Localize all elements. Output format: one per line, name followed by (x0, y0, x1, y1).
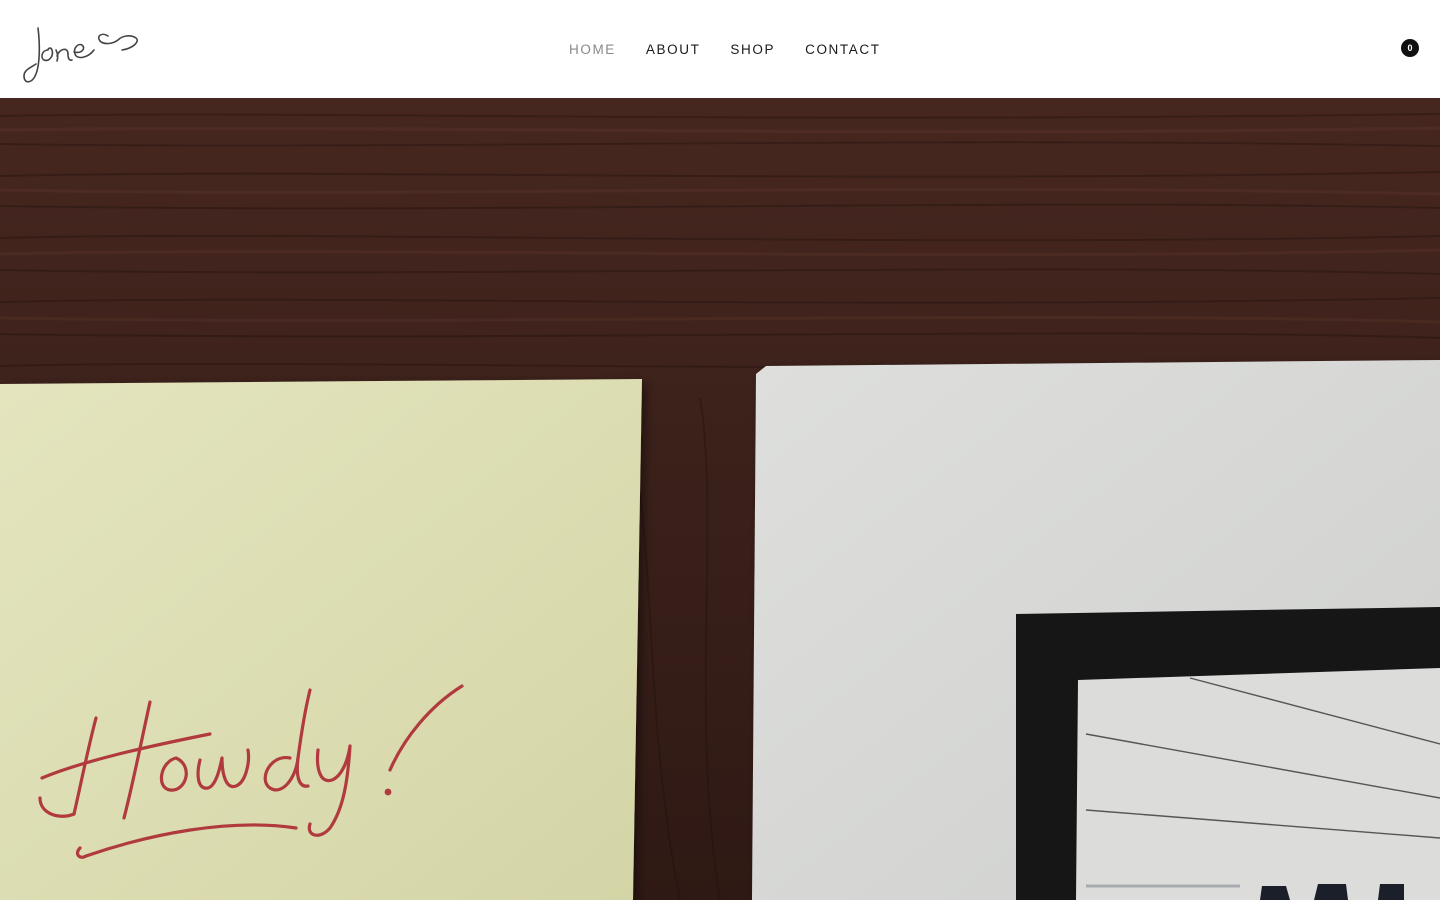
nav-link-about[interactable]: ABOUT (646, 41, 701, 59)
nav-link-shop[interactable]: SHOP (730, 41, 775, 59)
hero-photo (0, 98, 1440, 900)
nav-link-home[interactable]: HOME (569, 41, 616, 59)
sticky-note (0, 379, 642, 900)
nav-link-contact[interactable]: CONTACT (805, 41, 880, 59)
site-header: HOME ABOUT SHOP CONTACT 0 (0, 0, 1440, 98)
cart-count-badge[interactable]: 0 (1401, 39, 1419, 57)
main-nav: HOME ABOUT SHOP CONTACT (569, 41, 881, 59)
hero-image (0, 98, 1440, 900)
card-frame (1016, 607, 1440, 900)
jones-script-logo-icon (23, 27, 138, 83)
brand-logo[interactable] (18, 14, 146, 88)
